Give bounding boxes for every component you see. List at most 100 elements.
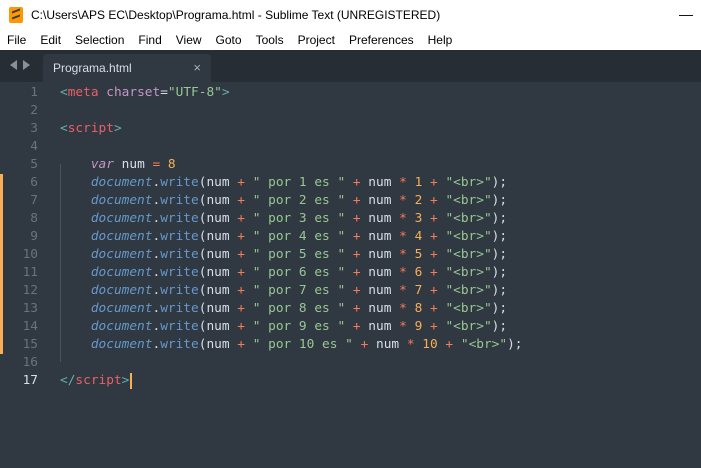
menu-bar: File Edit Selection Find View Goto Tools…: [0, 30, 701, 50]
line-number: 14: [22, 319, 38, 334]
code-token: "<br>": [445, 319, 492, 334]
code-token: script: [75, 373, 122, 388]
arrow-right-icon[interactable]: [23, 60, 30, 70]
code-token: );: [491, 265, 508, 280]
code-token: );: [491, 301, 508, 316]
code-token: 8: [167, 157, 176, 172]
code-token: write: [160, 301, 199, 316]
code-token: *: [399, 229, 407, 244]
code-token: 10: [422, 337, 438, 352]
code-token: document: [90, 319, 153, 334]
minimize-button[interactable]: —: [679, 7, 693, 21]
code-token: +: [430, 211, 438, 226]
menu-project[interactable]: Project: [291, 33, 342, 47]
menu-file[interactable]: File: [0, 33, 33, 47]
code-line[interactable]: 9 document.write(num + " por 4 es " + nu…: [0, 228, 701, 246]
arrow-left-icon[interactable]: [10, 60, 17, 70]
title-bar: C:\Users\APS EC\Desktop\Programa.html - …: [0, 0, 701, 30]
text-caret: [130, 372, 132, 389]
menu-view[interactable]: View: [169, 33, 209, 47]
menu-selection[interactable]: Selection: [68, 33, 131, 47]
code-token: +: [352, 265, 361, 280]
window-title: C:\Users\APS EC\Desktop\Programa.html - …: [31, 8, 441, 22]
code-line[interactable]: 4: [0, 138, 701, 156]
code-token: num: [206, 283, 238, 298]
code-line[interactable]: 3 <script>: [0, 120, 701, 138]
code-token: "<br>": [445, 247, 492, 262]
menu-help[interactable]: Help: [421, 33, 460, 47]
menu-find[interactable]: Find: [131, 33, 168, 47]
code-line[interactable]: 15 document.write(num + " por 10 es " + …: [0, 336, 701, 354]
code-line[interactable]: 7 document.write(num + " por 2 es " + nu…: [0, 192, 701, 210]
code-line[interactable]: 11 document.write(num + " por 6 es " + n…: [0, 264, 701, 282]
code-line[interactable]: 17 </script>: [0, 372, 701, 390]
code-token: num: [206, 193, 238, 208]
line-number: 8: [30, 211, 38, 226]
code-token: +: [352, 247, 361, 262]
code-line[interactable]: 13 document.write(num + " por 8 es " + n…: [0, 300, 701, 318]
code-token: >: [113, 121, 122, 136]
line-number: 1: [30, 85, 38, 100]
code-token: document: [90, 211, 153, 226]
code-token: +: [430, 247, 438, 262]
line-number: 17: [22, 373, 38, 388]
tab-programa-html[interactable]: Programa.html ×: [43, 54, 211, 82]
code-token: num: [206, 175, 238, 190]
code-token: +: [430, 175, 438, 190]
code-line[interactable]: 1 <meta charset="UTF-8">: [0, 84, 701, 102]
menu-goto[interactable]: Goto: [209, 33, 249, 47]
code-line[interactable]: 2: [0, 102, 701, 120]
code-token: document: [90, 337, 153, 352]
code-token: </: [60, 373, 76, 388]
menu-edit[interactable]: Edit: [33, 33, 68, 47]
close-icon[interactable]: ×: [193, 60, 201, 75]
code-line[interactable]: 6 document.write(num + " por 1 es " + nu…: [0, 174, 701, 192]
code-token: document: [90, 301, 153, 316]
code-text: document.write(num + " por 4 es " + num …: [60, 228, 507, 246]
code-token: );: [491, 229, 508, 244]
code-token: num: [360, 265, 400, 280]
code-token: *: [399, 211, 407, 226]
tab-bar: Programa.html ×: [0, 50, 701, 82]
line-number: 13: [22, 301, 38, 316]
code-token: num: [206, 337, 238, 352]
code-token: );: [491, 193, 508, 208]
menu-preferences[interactable]: Preferences: [342, 33, 421, 47]
code-text: document.write(num + " por 2 es " + num …: [60, 192, 507, 210]
code-token: num: [206, 319, 238, 334]
code-line[interactable]: 12 document.write(num + " por 7 es " + n…: [0, 282, 701, 300]
code-token: " por 2 es ": [252, 193, 346, 208]
code-editor[interactable]: 1 <meta charset="UTF-8"> 2 3 <script> 4 5 var …: [0, 82, 701, 468]
code-token: "<br>": [445, 229, 492, 244]
code-token: );: [491, 319, 508, 334]
code-token: "<br>": [445, 193, 492, 208]
menu-tools[interactable]: Tools: [249, 33, 291, 47]
code-token: *: [399, 193, 407, 208]
code-line[interactable]: 14 document.write(num + " por 9 es " + n…: [0, 318, 701, 336]
code-token: write: [160, 193, 199, 208]
code-token: +: [237, 247, 245, 262]
code-token: =: [160, 85, 168, 100]
code-token: );: [491, 175, 508, 190]
code-token: *: [399, 319, 407, 334]
code-token: *: [406, 337, 415, 352]
code-line[interactable]: 16: [0, 354, 701, 372]
code-line[interactable]: 8 document.write(num + " por 3 es " + nu…: [0, 210, 701, 228]
code-token: " por 9 es ": [252, 319, 346, 334]
code-line[interactable]: 5 var num = 8: [0, 156, 701, 174]
code-line[interactable]: 10 document.write(num + " por 5 es " + n…: [0, 246, 701, 264]
code-token: write: [160, 175, 199, 190]
code-token: num: [360, 283, 400, 298]
